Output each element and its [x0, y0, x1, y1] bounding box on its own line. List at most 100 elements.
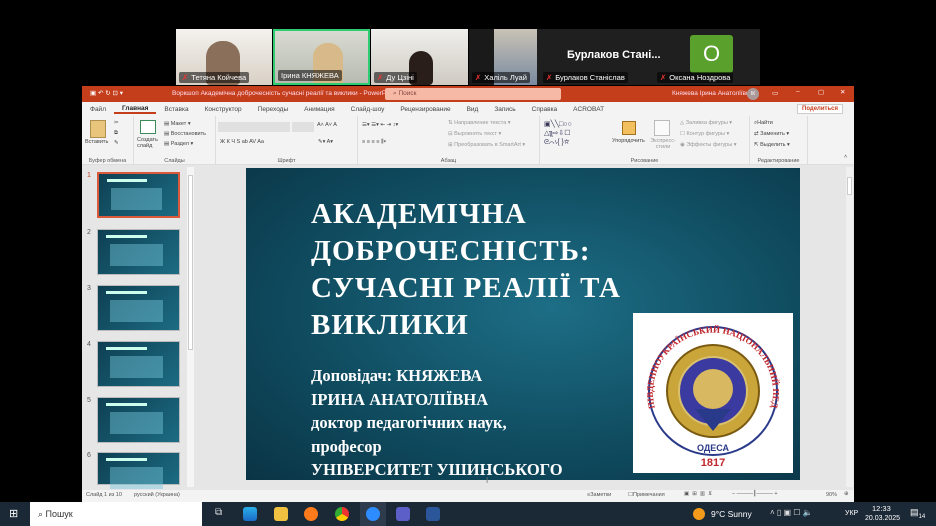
word-icon[interactable] [426, 507, 440, 521]
notes-button[interactable]: ≡Заметки [587, 492, 611, 498]
svg-text:1817: 1817 [701, 457, 725, 469]
slide-thumbnail[interactable] [97, 341, 180, 387]
video-tile-pair[interactable]: Бурлаков Стані... О ✗ Бурлаков Станіслав … [537, 29, 760, 85]
zoom-icon[interactable] [366, 507, 380, 521]
section-button[interactable]: ▤ Раздел ▾ [164, 141, 193, 147]
slide-thumbnail[interactable] [97, 172, 180, 218]
select-button[interactable]: ⇱ Выделить ▾ [754, 142, 790, 148]
quick-access-icons[interactable]: ▣ ↶ ↻ ⊡ ▾ [90, 89, 123, 97]
mic-muted-icon: ✗ [377, 73, 384, 82]
smartart-button[interactable]: ⊞ Преобразовать в SmartArt ▾ [448, 142, 525, 148]
collapse-ribbon-icon[interactable]: ˄ [844, 154, 847, 160]
slide-title: АКАДЕМІЧНА ДОБРОЧЕСНІСТЬ: СУЧАСНІ РЕАЛІЇ Т… [311, 198, 621, 341]
tab-2[interactable]: Вставка [156, 106, 196, 113]
share-button[interactable]: Поделиться [797, 104, 844, 114]
layout-button[interactable]: ▤ Макет ▾ [164, 121, 191, 127]
paste-button[interactable]: Вставить [85, 139, 108, 145]
tab-8[interactable]: Вид [459, 106, 487, 113]
search-icon: ⌕ [38, 509, 46, 519]
font-format-buttons[interactable]: Ж К Ч S ab AV Aa [220, 139, 264, 145]
windows-start-icon[interactable]: ⊞ [9, 507, 18, 520]
ribbon-display-icon[interactable]: ▭ [772, 89, 778, 97]
tab-3[interactable]: Конструктор [197, 106, 250, 113]
slide-thumbnail[interactable] [97, 285, 180, 331]
paste-icon [90, 120, 106, 138]
tab-9[interactable]: Запись [486, 106, 523, 113]
chrome-icon[interactable] [335, 507, 349, 521]
video-tile-active-speaker[interactable]: Ірина КНЯЖЕВА [273, 29, 370, 85]
tab-0[interactable]: Файл [82, 106, 114, 113]
university-logo: ПІВДЕННОУКРАЇНСЬКИЙ НАЦІОНАЛЬНИЙ ПЕДАГОГ… [629, 305, 793, 473]
font-size-buttons[interactable]: A˄ A˅ A [317, 122, 337, 128]
thumbnail-number: 5 [87, 397, 91, 404]
close-icon[interactable]: ✕ [840, 88, 845, 96]
ribbon-tabs: Файл Главная Вставка Конструктор Переходы Ани… [82, 102, 854, 116]
list-buttons[interactable]: ☰▾ ☰▾ ⇤ ⇥ ↕▾ [362, 122, 398, 128]
minimize-icon[interactable]: – [796, 88, 800, 95]
tab-7[interactable]: Рецензирование [392, 106, 458, 113]
slide-thumbnail[interactable] [97, 229, 180, 275]
shape-effects-button[interactable]: ◉ Эффекты фигуры ▾ [680, 142, 736, 148]
svg-text:ОДЕСА: ОДЕСА [697, 443, 730, 453]
slide-thumbnail[interactable] [97, 452, 180, 489]
tray-icons[interactable]: ˄ ▯ ▣ ☐ 🔈 [770, 508, 813, 517]
new-slide-button[interactable]: Создать слайд [137, 137, 163, 149]
comments-button[interactable]: ☐Примечания [628, 492, 665, 498]
edge-icon[interactable] [243, 507, 257, 521]
thumbnail-number: 6 [87, 452, 91, 459]
video-tile[interactable]: ✗ Тетяна Койчева [176, 29, 272, 85]
maximize-icon[interactable]: ▢ [818, 88, 824, 96]
tab-6[interactable]: Слайд-шоу [343, 106, 393, 113]
new-slide-icon [140, 120, 156, 134]
slide-canvas[interactable]: АКАДЕМІЧНА ДОБРОЧЕСНІСТЬ: СУЧАСНІ РЕАЛІЇ Т… [246, 168, 800, 480]
format-painter-icon[interactable]: ✎ [114, 140, 119, 146]
mic-muted-icon: ✗ [475, 73, 482, 82]
file-explorer-icon[interactable] [274, 507, 288, 521]
slide-thumbnail[interactable] [97, 397, 180, 443]
taskbar-search[interactable]: ⌕ Пошук [30, 502, 202, 526]
tab-5[interactable]: Анимация [296, 106, 343, 113]
shapes-gallery[interactable]: ▣╲╲□○○ △ʅʅ⇨⇩☐ ᘓ⌒∖{ }☆ [544, 120, 572, 147]
highlight-color-icon[interactable]: ✎▾ A▾ [318, 139, 333, 145]
editor-scrollbar[interactable] [846, 167, 853, 487]
quick-styles-button[interactable]: Экспресс-стили [648, 138, 678, 150]
firefox-icon[interactable] [304, 507, 318, 521]
mic-muted-icon: ✗ [546, 73, 553, 82]
ribbon: Вставить ✂ ⧉ ✎ Буфер обмена Создать слайд … [82, 116, 854, 165]
search-input[interactable]: ⌕ Поиск [385, 88, 561, 100]
reset-button[interactable]: ▤ Восстановить [164, 131, 206, 137]
replace-button[interactable]: ⇄ Заменить ▾ [754, 131, 789, 137]
thumbnail-number: 4 [87, 341, 91, 348]
thumbnails-scrollbar[interactable] [187, 167, 194, 487]
weather-sun-icon [693, 508, 705, 520]
copy-icon[interactable]: ⧉ [114, 130, 118, 137]
view-buttons[interactable]: ▣ ⊞ ▥ ⊻ [684, 491, 712, 497]
zoom-slider[interactable]: – ———┃——— + [732, 491, 778, 497]
tab-10[interactable]: Справка [524, 106, 566, 113]
fit-slide-icon[interactable]: ⊕ [844, 491, 849, 497]
text-direction-button[interactable]: ⇅ Направление текста ▾ [448, 120, 511, 126]
shape-fill-button[interactable]: ◬ Заливка фигуры ▾ [680, 120, 732, 126]
arrange-button[interactable]: Упорядочить [612, 138, 645, 144]
task-view-icon[interactable]: ⧉ [215, 507, 222, 518]
taskbar: ⊞ ⌕ Пошук ⧉ 9°C Sunny ˄ ▯ ▣ ☐ 🔈 УКР 12:3… [0, 502, 936, 526]
shape-outline-button[interactable]: ☐ Контур фигуры ▾ [680, 131, 729, 137]
avatar[interactable]: ІК [747, 88, 759, 100]
cut-icon[interactable]: ✂ [114, 120, 119, 126]
align-buttons[interactable]: ≡ ≡ ≡ ≡ ⫼▾ [362, 139, 386, 146]
avatar: О [690, 35, 733, 73]
find-button[interactable]: ⌕Найти [754, 120, 773, 127]
font-size-select[interactable] [292, 122, 314, 132]
tab-11[interactable]: ACROBAT [565, 106, 612, 113]
arrange-icon [622, 121, 636, 135]
teams-icon[interactable] [396, 507, 410, 521]
video-tile[interactable]: ✗ Ду Цзіні [371, 29, 468, 85]
align-text-button[interactable]: ⊟ Выровнять текст ▾ [448, 131, 501, 137]
mic-muted-icon: ✗ [182, 73, 189, 82]
notifications-icon[interactable]: ▤14 [910, 507, 925, 520]
tab-1[interactable]: Главная [113, 105, 157, 114]
video-tile[interactable]: ✗ Халіль Луай [469, 29, 537, 85]
tab-4[interactable]: Переходы [250, 106, 297, 113]
thumbnail-number: 2 [87, 229, 91, 236]
font-family-select[interactable] [218, 122, 290, 132]
